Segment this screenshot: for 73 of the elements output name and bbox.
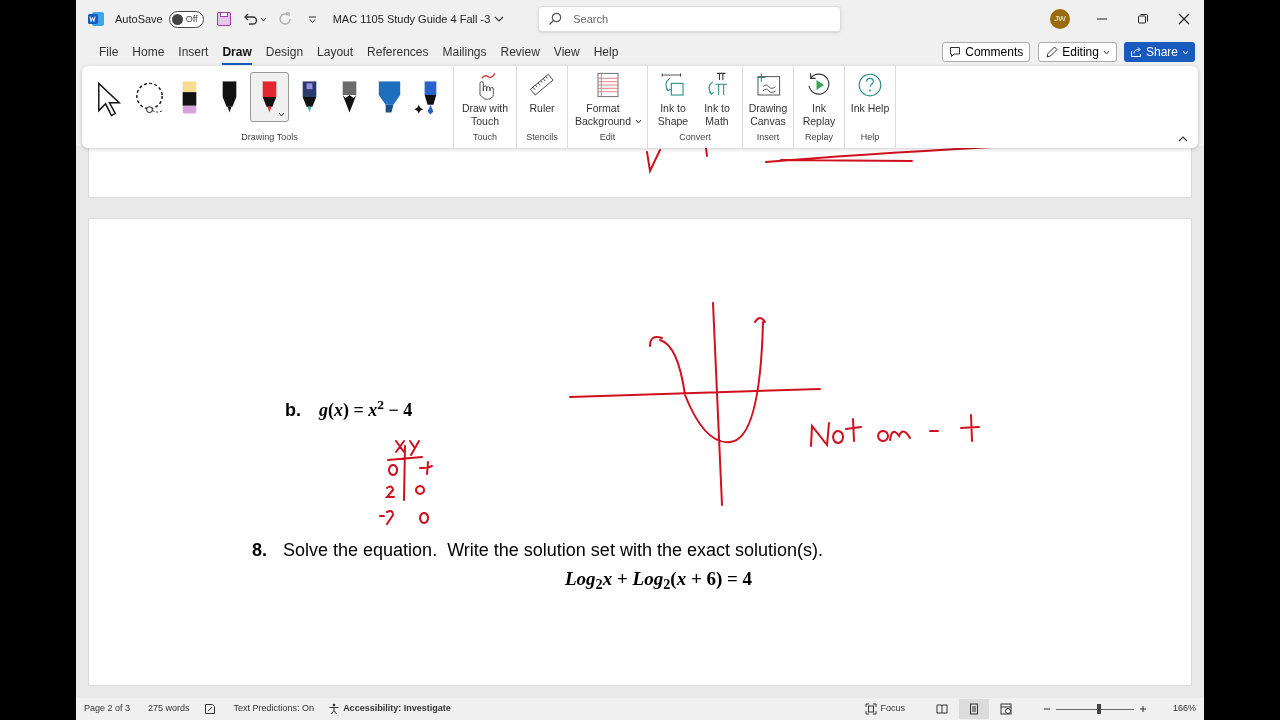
proofing-icon[interactable] bbox=[203, 703, 216, 715]
user-avatar[interactable]: JW bbox=[1050, 9, 1070, 29]
group-label: Touch bbox=[473, 130, 497, 144]
comment-icon bbox=[949, 46, 962, 58]
ribbon-button[interactable]: Ink to Shape bbox=[651, 70, 695, 128]
text-predictions-status[interactable]: Text Predictions: On bbox=[233, 702, 315, 716]
caret-icon[interactable] bbox=[259, 16, 267, 22]
focus-icon bbox=[865, 703, 878, 715]
ribbon-button[interactable]: Ink Replay bbox=[797, 70, 841, 128]
accessibility-icon bbox=[328, 703, 341, 715]
zoom-in-icon[interactable] bbox=[1138, 705, 1147, 713]
autosave-label: AutoSave bbox=[115, 11, 163, 27]
group-label: Convert bbox=[679, 130, 711, 144]
ribbon-button[interactable]: Format Background bbox=[571, 70, 644, 128]
view-mode-button[interactable] bbox=[958, 699, 989, 719]
page-count[interactable]: Page 2 of 3 bbox=[84, 702, 131, 716]
restore-icon[interactable] bbox=[1137, 13, 1149, 25]
document-title[interactable]: MAC 1105 Study Guide 4 Fall -3 bbox=[332, 10, 505, 28]
item-label: b. bbox=[285, 399, 301, 422]
zoom-percentage[interactable]: 166% bbox=[1172, 702, 1196, 716]
group-label: Help bbox=[860, 130, 880, 144]
share-button[interactable]: Share bbox=[1123, 42, 1195, 62]
menu-tab[interactable]: References bbox=[360, 38, 436, 66]
group-label: Edit bbox=[599, 130, 616, 144]
menu-tab[interactable]: Help bbox=[586, 38, 626, 66]
customize-toolbar-icon[interactable] bbox=[307, 14, 317, 24]
ribbon-button[interactable]: Drawing Canvas bbox=[746, 70, 790, 128]
menu-tab[interactable]: View bbox=[546, 38, 587, 66]
chevron-down-icon bbox=[494, 16, 505, 22]
word-count[interactable]: 275 words bbox=[148, 702, 190, 716]
editing-button[interactable]: Editing bbox=[1038, 42, 1117, 62]
group-label: Drawing Tools bbox=[241, 130, 298, 144]
ribbon-button[interactable]: Draw with Touch bbox=[457, 70, 513, 128]
share-icon bbox=[1129, 46, 1142, 58]
ribbon-button[interactable]: Ink Help bbox=[848, 70, 892, 115]
close-icon[interactable] bbox=[1178, 13, 1190, 25]
equation: Log$_{2}$x + Log$_{2}$(x + 6) = 4 bbox=[565, 567, 753, 594]
web-page-icon bbox=[999, 703, 1012, 715]
menu-tab[interactable]: Home bbox=[125, 38, 172, 66]
group-label: Stencils bbox=[526, 130, 558, 144]
group-label: Replay bbox=[805, 130, 833, 144]
zoom-out-icon[interactable] bbox=[1042, 705, 1051, 713]
menu-tab[interactable]: Draw bbox=[215, 38, 259, 66]
pencil-icon bbox=[1045, 45, 1059, 59]
autosave-toggle[interactable]: Off bbox=[168, 10, 204, 28]
menu-tab[interactable]: Insert bbox=[171, 38, 216, 66]
drawing-tool-button[interactable] bbox=[250, 72, 289, 122]
equation: g(x) = x$^{2}$ − 4 bbox=[319, 397, 413, 422]
ribbon-button[interactable]: Ink to Math bbox=[695, 70, 739, 128]
menu-tab[interactable]: Review bbox=[493, 38, 547, 66]
question-text: Solve the equation. Write the solution set with the exact solution(s). bbox=[283, 539, 823, 562]
collapse-ribbon-icon[interactable] bbox=[1178, 136, 1188, 142]
menu-tab[interactable]: File bbox=[92, 38, 126, 66]
zoom-slider[interactable] bbox=[1055, 703, 1134, 715]
focus-button[interactable]: Focus bbox=[865, 702, 905, 716]
caret-icon bbox=[1182, 49, 1189, 55]
search-icon bbox=[548, 12, 563, 26]
search-field[interactable]: Search bbox=[538, 6, 842, 32]
menu-tab[interactable]: Design bbox=[258, 38, 311, 66]
slider-thumb[interactable] bbox=[1096, 704, 1101, 714]
menu-tab[interactable]: Layout bbox=[310, 38, 361, 66]
ribbon-button[interactable]: Ruler bbox=[520, 70, 564, 115]
caret-icon bbox=[1102, 49, 1110, 55]
accessibility-button[interactable]: Accessibility: Investigate bbox=[328, 702, 451, 716]
word-logo-icon bbox=[88, 11, 104, 27]
group-label: Insert bbox=[756, 130, 780, 144]
comments-button[interactable]: Comments bbox=[942, 42, 1031, 62]
save-icon[interactable] bbox=[215, 11, 232, 27]
menu-tab[interactable]: Mailings bbox=[435, 38, 494, 66]
book-icon bbox=[935, 703, 948, 715]
page-icon bbox=[967, 703, 980, 715]
caret-icon bbox=[278, 112, 285, 117]
question-number: 8. bbox=[252, 539, 267, 562]
